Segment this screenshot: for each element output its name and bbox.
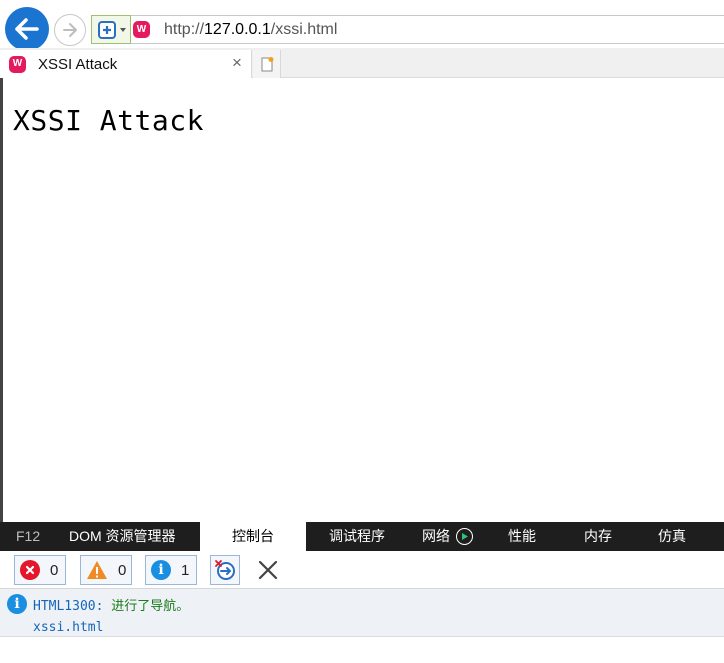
url-text: http://127.0.0.1/xssi.html — [164, 20, 338, 38]
url-field[interactable]: W http://127.0.0.1/xssi.html — [131, 15, 724, 44]
devtools-f12-label: F12 — [16, 528, 41, 544]
close-icon — [258, 560, 278, 580]
console-message: i HTML1300: 进行了导航。 xssi.html — [0, 589, 724, 637]
message-line: HTML1300: 进行了导航。 — [33, 595, 189, 614]
tab-debugger[interactable]: 调试程序 — [329, 522, 385, 551]
tab-bar: W XSSI Attack × — [0, 48, 724, 78]
tab-close-icon[interactable]: × — [229, 54, 245, 72]
forward-arrow-icon — [63, 23, 77, 37]
page-content: XSSI Attack — [0, 78, 724, 522]
message-info-icon: i — [7, 594, 27, 614]
compat-view-button[interactable] — [91, 15, 131, 44]
message-source-link[interactable]: xssi.html — [33, 620, 103, 635]
address-bar: W http://127.0.0.1/xssi.html — [0, 0, 724, 51]
back-arrow-icon — [15, 18, 39, 40]
tab-network-label: 网络 — [422, 528, 450, 544]
error-count: 0 — [50, 561, 59, 579]
browser-window: W http://127.0.0.1/xssi.html W XSSI Atta… — [0, 0, 724, 663]
error-icon — [20, 560, 40, 580]
tab-xssi-attack[interactable]: W XSSI Attack × — [0, 50, 252, 78]
clear-on-navigate-button[interactable] — [210, 555, 240, 585]
tab-memory[interactable]: 内存 — [584, 522, 612, 551]
info-icon: i — [151, 560, 171, 580]
clear-on-navigate-icon — [215, 560, 235, 580]
warning-icon — [87, 561, 107, 579]
message-code: HTML1300: — [33, 599, 104, 614]
back-button[interactable] — [5, 7, 49, 51]
tab-network[interactable]: 网络 — [422, 522, 473, 551]
tab-console[interactable]: 控制台 — [200, 522, 306, 551]
chevron-down-icon — [120, 27, 126, 32]
info-filter-button[interactable]: i 1 — [145, 555, 197, 585]
site-favicon-icon: W — [133, 21, 150, 38]
tab-dom-explorer[interactable]: DOM 资源管理器 — [69, 522, 176, 551]
new-tab-button[interactable] — [253, 50, 281, 78]
warning-filter-button[interactable]: 0 — [80, 555, 132, 585]
clear-console-button[interactable] — [255, 557, 281, 583]
console-toolbar: 0 0 i 1 — [0, 551, 724, 589]
tab-favicon-icon: W — [9, 55, 26, 73]
play-icon — [456, 528, 473, 545]
tab-emulation[interactable]: 仿真 — [658, 522, 686, 551]
tab-performance[interactable]: 性能 — [508, 522, 536, 551]
console-output: i HTML1300: 进行了导航。 xssi.html — [0, 589, 724, 663]
tab-title: XSSI Attack — [38, 55, 118, 73]
error-filter-button[interactable]: 0 — [14, 555, 66, 585]
message-text: 进行了导航。 — [111, 599, 190, 614]
new-tab-icon — [261, 57, 273, 72]
forward-button[interactable] — [54, 14, 86, 46]
warning-count: 0 — [118, 561, 127, 579]
shield-plus-icon — [98, 20, 116, 39]
page-title: XSSI Attack — [13, 104, 204, 137]
devtools-tab-bar: F12 DOM 资源管理器 控制台 调试程序 网络 性能 内存 仿真 — [0, 522, 724, 551]
info-count: 1 — [181, 561, 190, 579]
